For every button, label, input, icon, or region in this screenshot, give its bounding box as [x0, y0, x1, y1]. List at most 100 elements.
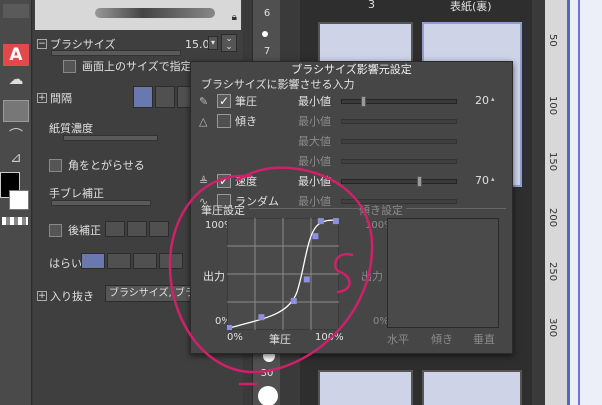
- transparent-color-swatch[interactable]: [2, 217, 28, 225]
- interval-option-2[interactable]: [155, 86, 175, 108]
- collapse-icon[interactable]: −: [37, 39, 47, 49]
- post-correction-seg-2[interactable]: [127, 221, 147, 237]
- slider-knob[interactable]: [417, 176, 422, 187]
- lock-icon[interactable]: 🔒︎: [232, 12, 237, 23]
- x-axis-label: 筆圧: [269, 333, 291, 346]
- input-slider[interactable]: [341, 96, 457, 107]
- param-value[interactable]: 20: [469, 94, 489, 107]
- sharp-corner-label: 角をとがらせる: [68, 159, 145, 172]
- taper-row: はらい: [49, 255, 82, 271]
- ruler-label: 50: [547, 34, 558, 47]
- input-slider[interactable]: [341, 119, 457, 124]
- brush-size-spinner[interactable]: ▾: [208, 36, 218, 50]
- sharp-corner-row: 角をとがらせる: [49, 157, 145, 173]
- brush-size-value[interactable]: 15.0: [185, 38, 210, 51]
- interval-option-1[interactable]: [133, 86, 153, 108]
- brush-size-dynamics-popup: ブラシサイズ影響元設定 ブラシサイズに影響させる入力 ✎ ✓ 筆圧 最小値 20 ▴ △ 傾き…: [190, 61, 513, 354]
- expand-icon[interactable]: +: [37, 93, 47, 103]
- x-left-label: 0%: [227, 332, 243, 343]
- stabilization-row: 手ブレ補正: [49, 185, 104, 201]
- paper-texture-row: 紙質濃度: [49, 120, 93, 136]
- spinner-icon[interactable]: ▴: [491, 94, 499, 104]
- tool-strip: A ☁ ⌒ ⊿: [0, 0, 32, 405]
- curve-control-point: [227, 325, 232, 330]
- curve-control-point: [258, 314, 265, 321]
- curve-tool-icon[interactable]: ⌒: [3, 125, 29, 147]
- screen-size-row: 画面上のサイズで指定: [63, 58, 192, 74]
- input-row-checkbox-wrap: 傾き: [217, 112, 257, 130]
- stabilization-slider[interactable]: [51, 200, 151, 206]
- brush-preview: 🔒︎: [35, 0, 241, 30]
- ruler-label: 300: [547, 318, 558, 338]
- interval-row: + 間隔: [37, 90, 72, 106]
- param-value[interactable]: 70: [469, 174, 489, 187]
- post-correction-row: 後補正: [49, 222, 101, 238]
- fade-label: 入り抜き: [50, 290, 94, 303]
- page-thumbnail[interactable]: [422, 370, 522, 405]
- curve-control-point: [312, 233, 319, 240]
- pressure-curve-graph[interactable]: [227, 218, 339, 330]
- taper-seg-1[interactable]: [81, 253, 105, 269]
- post-correction-seg-3[interactable]: [149, 221, 169, 237]
- param-label: 最小値: [298, 175, 331, 188]
- page-number: 6: [263, 8, 271, 19]
- input-row-checkbox-wrap: ✓ 筆圧: [217, 92, 257, 110]
- text-tool-icon[interactable]: A: [3, 44, 29, 66]
- tilt-x-label: 垂直: [473, 333, 495, 346]
- fill-tool-icon[interactable]: [3, 100, 29, 122]
- param-label: 最小値: [298, 95, 331, 108]
- post-correction-seg-1[interactable]: [105, 221, 125, 237]
- ruler-label: 150: [547, 152, 558, 172]
- vertical-ruler: 50 100 150 200 250 300: [545, 0, 567, 405]
- post-correction-checkbox[interactable]: [49, 223, 62, 237]
- input-source-icon: ✎: [199, 94, 209, 108]
- canvas-edge[interactable]: [567, 0, 602, 405]
- paper-texture-slider[interactable]: [63, 135, 158, 141]
- slider-knob[interactable]: [361, 96, 366, 107]
- screen-size-checkbox[interactable]: [63, 59, 76, 73]
- expand-icon[interactable]: +: [37, 291, 47, 301]
- ruler-label: 100: [547, 96, 558, 116]
- pressure-graph-title: 筆圧設定: [201, 204, 245, 217]
- size-dot[interactable]: [262, 31, 268, 37]
- taper-seg-2[interactable]: [107, 253, 131, 269]
- input-slider[interactable]: [341, 139, 457, 144]
- spinner-icon[interactable]: ▴: [491, 174, 499, 184]
- ruler-tool-icon[interactable]: ⊿: [3, 150, 29, 172]
- page-label: 3: [368, 0, 375, 11]
- input-checkbox[interactable]: [217, 114, 231, 128]
- taper-seg-3[interactable]: [133, 253, 157, 269]
- screen-size-label: 画面上のサイズで指定: [82, 60, 192, 73]
- stabilization-label: 手ブレ補正: [49, 187, 104, 200]
- brush-size-slider[interactable]: [51, 50, 181, 56]
- fade-row: + 入り抜き: [37, 288, 94, 304]
- curve-control-point: [332, 218, 339, 225]
- ruler-label: 250: [547, 262, 558, 282]
- y-axis-label: 出力: [203, 270, 225, 283]
- tilt-curve-graph: [387, 218, 499, 328]
- page-number: 7: [263, 46, 271, 57]
- divider: [249, 208, 359, 209]
- input-name-label: 筆圧: [235, 95, 257, 108]
- input-slider[interactable]: [341, 159, 457, 164]
- brush-size-popup-button[interactable]: ⌄ ⌄: [221, 34, 237, 52]
- page-number: 30: [260, 368, 274, 379]
- input-checkbox[interactable]: ✓: [217, 94, 231, 108]
- section-label: ブラシサイズに影響させる入力: [201, 78, 355, 91]
- input-slider[interactable]: [341, 176, 457, 187]
- param-label: 最小値: [298, 155, 331, 168]
- param-label: 最大値: [298, 135, 331, 148]
- curve-control-point: [303, 276, 310, 283]
- taper-seg-4[interactable]: [159, 253, 183, 269]
- post-correction-label: 後補正: [68, 224, 101, 237]
- background-color-swatch[interactable]: [9, 190, 29, 210]
- input-name-label: 速度: [235, 175, 257, 188]
- interval-label: 間隔: [50, 92, 72, 105]
- input-checkbox[interactable]: ✓: [217, 174, 231, 188]
- page-thumbnail[interactable]: [318, 370, 413, 405]
- size-dot[interactable]: [258, 386, 278, 405]
- input-name-label: 傾き: [235, 115, 257, 128]
- blob-tool-icon[interactable]: ☁: [3, 70, 29, 92]
- tool-eraser-icon[interactable]: [3, 4, 29, 18]
- sharp-corner-checkbox[interactable]: [49, 158, 62, 172]
